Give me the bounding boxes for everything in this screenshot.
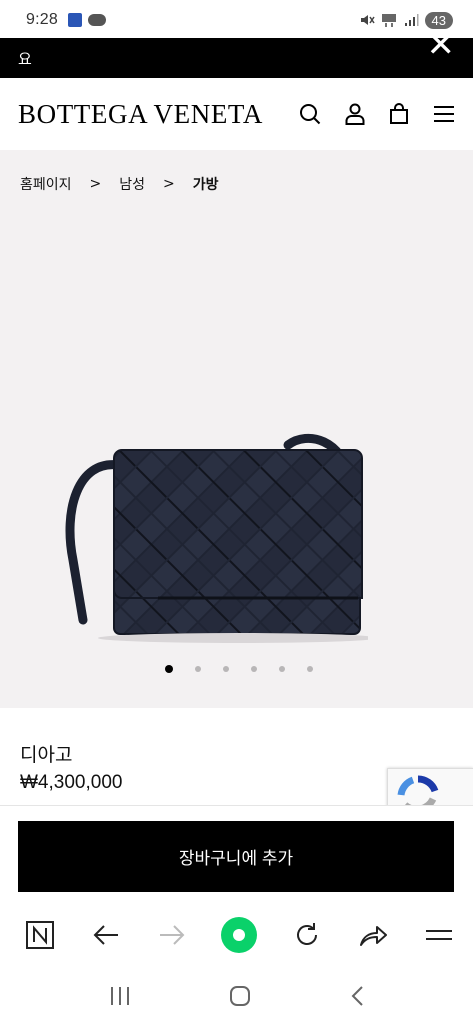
cloud-icon: [87, 14, 106, 26]
carousel-dot[interactable]: [194, 666, 201, 672]
refresh-icon[interactable]: [291, 919, 323, 951]
add-to-cart-button[interactable]: 장바구니에 추가: [18, 821, 454, 892]
carousel-dot[interactable]: [250, 666, 257, 672]
close-icon[interactable]: ✕: [427, 28, 456, 62]
status-bar: 9:28 43: [0, 0, 473, 40]
product-gallery[interactable]: 홈페이지 > 남성 > 가방: [0, 150, 473, 708]
green-dot-button[interactable]: [221, 917, 258, 953]
android-nav-bar: [0, 967, 473, 1024]
naver-home-icon[interactable]: [24, 919, 56, 951]
carousel-dot[interactable]: [222, 666, 229, 672]
account-icon[interactable]: [345, 103, 365, 125]
promo-text: 요: [18, 49, 32, 68]
promo-banner[interactable]: 요 ✕: [0, 28, 473, 78]
browser-toolbar: [0, 903, 473, 967]
brand-logo[interactable]: BOTTEGA VENETA: [18, 99, 263, 130]
carousel-dot[interactable]: [306, 666, 313, 672]
back-arrow-icon[interactable]: [90, 919, 122, 951]
mute-icon: [360, 15, 375, 25]
carousel-dot[interactable]: [278, 666, 285, 672]
site-header: BOTTEGA VENETA: [0, 78, 473, 150]
breadcrumb-separator: >: [163, 176, 175, 192]
cart-section: 장바구니에 추가: [0, 805, 473, 903]
shopping-bag-icon[interactable]: [389, 103, 409, 125]
carousel-indicators: [0, 665, 473, 673]
menu-icon[interactable]: [433, 105, 455, 123]
status-time: 9:28: [26, 11, 58, 28]
breadcrumb-bags: 가방: [192, 177, 219, 193]
breadcrumb-home[interactable]: 홈페이지: [20, 174, 72, 194]
breadcrumb-separator: >: [89, 176, 102, 192]
back-icon[interactable]: [350, 985, 364, 1007]
breadcrumb-men[interactable]: 남성: [119, 174, 145, 194]
green-dot-icon: [233, 929, 246, 941]
carousel-dot[interactable]: [164, 665, 173, 673]
product-price: ₩4,300,000: [20, 772, 123, 793]
product-image[interactable]: [58, 420, 368, 645]
home-icon[interactable]: [229, 985, 251, 1007]
browser-menu-icon[interactable]: [423, 919, 455, 951]
signal-icon: [404, 14, 419, 26]
notification-app-icon: [67, 13, 82, 27]
breadcrumb: 홈페이지 > 남성 > 가방: [20, 174, 219, 194]
network-5g-icon: [381, 14, 396, 27]
recent-apps-icon[interactable]: [109, 986, 131, 1006]
forward-arrow-icon[interactable]: [156, 919, 188, 951]
product-name: 디아고: [20, 744, 73, 766]
share-icon[interactable]: [357, 919, 389, 951]
search-icon[interactable]: [299, 103, 321, 125]
